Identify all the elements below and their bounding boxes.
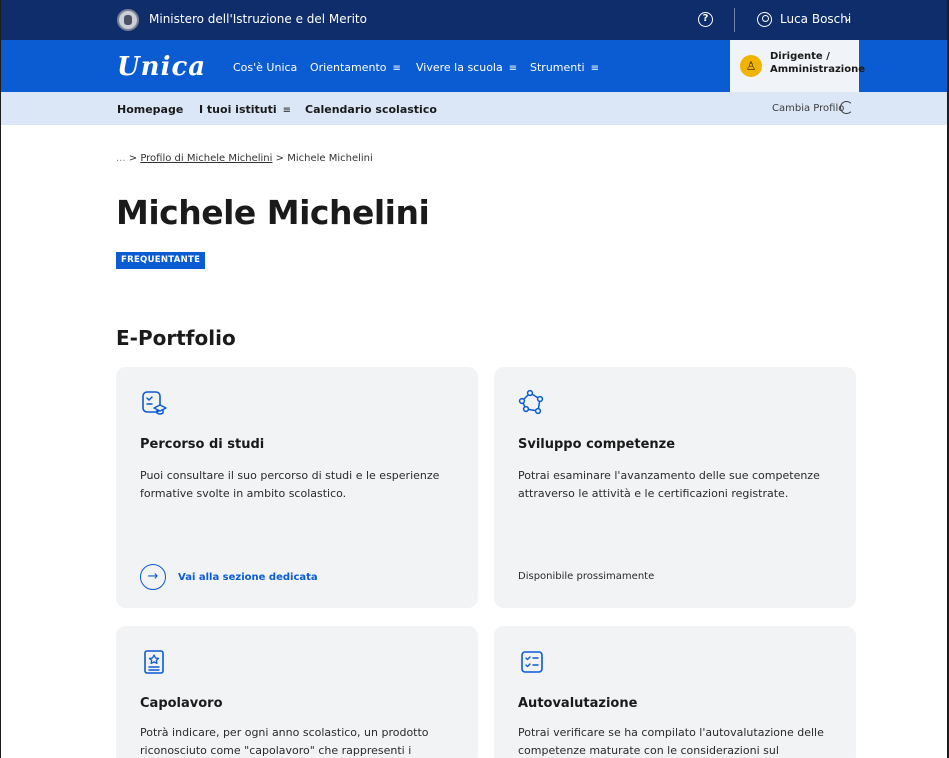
masterpiece-icon [144,650,164,674]
help-icon[interactable]: ? [698,12,713,27]
breadcrumb-separator: > [275,153,285,164]
card-percorso-di-studi: Percorso di studi Puoi consultare il suo… [116,367,478,608]
nav-item-label: Strumenti [530,61,585,74]
arrow-right-icon: → [140,564,166,590]
card-title: Percorso di studi [140,437,265,452]
card-description: Potrai verificare se ha compilato l'auto… [518,726,824,757]
main-navigation: Unica Cos'è Unica Orientamento ≡ Vivere l… [1,40,947,92]
menu-icon: ≡ [392,63,401,74]
card-sviluppo-competenze: Sviluppo competenze Potrai esaminare l'a… [494,367,856,608]
status-badge: FREQUENTANTE [116,252,206,269]
ministry-name[interactable]: Ministero dell'Istruzione e del Merito [149,12,367,26]
nav-item-strumenti[interactable]: Strumenti ≡ [530,61,599,74]
subnav-label: I tuoi istituti [199,103,277,116]
subnav-label: Homepage [117,103,184,116]
menu-icon: ≡ [282,105,292,116]
card-description: Puoi consultare il suo percorso di studi… [140,469,440,500]
nav-item-orientamento[interactable]: Orientamento ≡ [310,61,401,74]
card-description: Potrà indicare, per ogni anno scolastico… [140,726,429,757]
network-nodes-icon [518,389,544,415]
cambia-profilo-link[interactable]: Cambia Profilo [772,103,844,114]
subnav-calendario[interactable]: Calendario scolastico [305,103,437,116]
breadcrumb: ... > Profilo di Michele Michelini > Mic… [116,153,373,164]
chevron-down-icon[interactable]: ⌄ [843,11,852,24]
nav-item-label: Vivere la scuola [416,61,503,74]
nav-item-label: Cos'è Unica [233,61,298,74]
role-line-1: Dirigente / [770,51,830,62]
unica-logo[interactable]: Unica [117,52,206,82]
learning-path-icon [142,391,167,415]
page-title: Michele Michelini [116,193,430,232]
availability-note: Disponibile prossimamente [518,571,655,582]
role-label: Dirigente / Amministrazione [770,50,865,76]
topbar-divider [734,8,735,32]
card-link-label: Vai alla sezione dedicata [178,571,318,583]
sub-navigation: Homepage I tuoi istituti ≡ Calendario sco… [1,92,947,125]
user-icon[interactable] [757,12,772,27]
card-autovalutazione: Autovalutazione Potrai verificare se ha … [494,626,856,758]
role-switcher[interactable]: ♙ Dirigente / Amministrazione [730,40,865,92]
breadcrumb-current: Michele Michelini [287,153,373,164]
role-line-2: Amministrazione [770,64,865,75]
section-title: E-Portfolio [116,326,236,350]
checklist-icon [521,651,543,673]
subnav-label: Calendario scolastico [305,103,437,116]
nav-item-cose-unica[interactable]: Cos'è Unica [233,61,297,74]
card-capolavoro: Capolavoro Potrà indicare, per ogni anno… [116,626,478,758]
subnav-homepage[interactable]: Homepage [117,103,183,116]
card-title: Autovalutazione [518,696,638,711]
nav-item-label: Orientamento [310,61,387,74]
menu-icon: ≡ [508,63,518,74]
card-description: Potrai esaminare l'avanzamento delle sue… [518,469,820,500]
nav-item-vivere-la-scuola[interactable]: Vivere la scuola ≡ [416,61,517,74]
switch-profile-icon[interactable] [840,101,853,114]
breadcrumb-ellipsis[interactable]: ... [116,153,126,164]
card-title: Capolavoro [140,696,223,711]
card-title: Sviluppo competenze [518,437,676,452]
ministry-bar: Ministero dell'Istruzione e del Merito ?… [1,0,947,40]
menu-icon: ≡ [590,63,600,74]
breadcrumb-link-profile[interactable]: Profilo di Michele Michelini [140,153,272,164]
subnav-tuoi-istituti[interactable]: I tuoi istituti ≡ [199,103,291,116]
role-hat-icon: ♙ [740,55,762,77]
vai-alla-sezione-link[interactable]: → Vai alla sezione dedicata [140,564,318,590]
breadcrumb-separator: > [128,153,138,164]
republic-emblem-icon [117,9,139,31]
user-menu-name[interactable]: Luca Boschi [780,12,851,26]
